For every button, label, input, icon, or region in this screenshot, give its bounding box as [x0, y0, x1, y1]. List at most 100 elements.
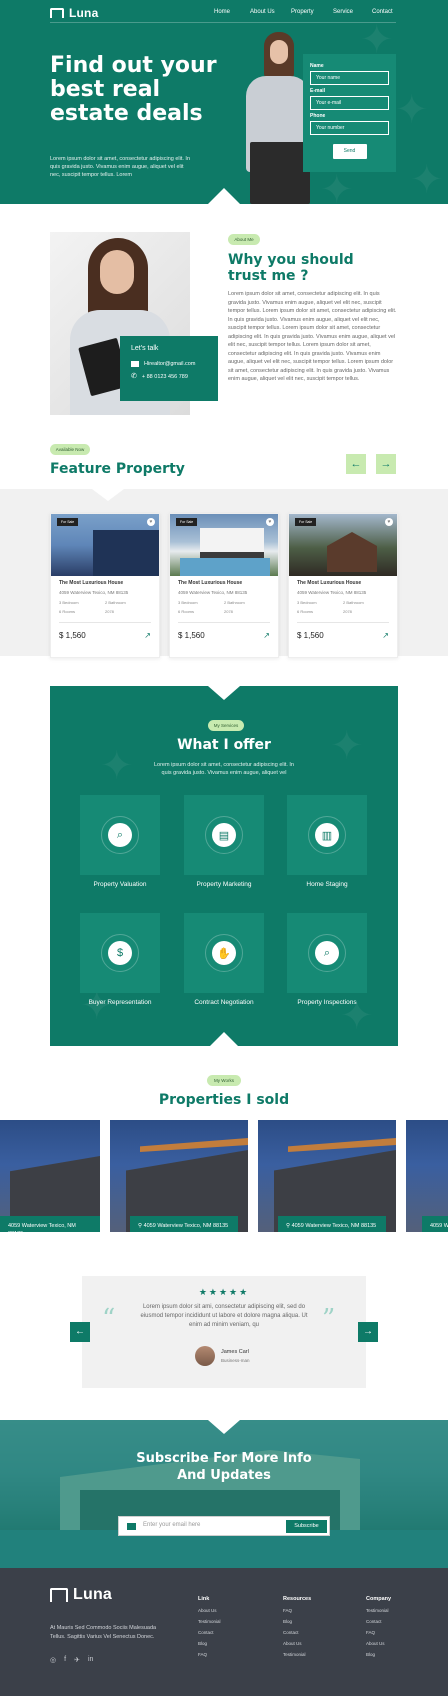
arrow-up-right-icon[interactable]: ↗	[382, 631, 389, 640]
featured-title: Feature Property	[50, 461, 185, 477]
footer-link[interactable]: Testimonial	[198, 1619, 221, 1624]
subscribe-section	[0, 1420, 448, 1568]
property-card[interactable]: For Sale ♥ The Most Luxurious House 4059…	[169, 513, 279, 658]
footer-link[interactable]: Contact	[283, 1630, 311, 1635]
testimonial-next-button[interactable]: →	[358, 1322, 378, 1342]
nav-link-service[interactable]: Service	[333, 9, 353, 15]
footer-link[interactable]: FAQ	[198, 1652, 221, 1657]
bedrooms: 3 Bedroom	[178, 600, 198, 605]
service-label: Home Staging	[306, 881, 348, 888]
heart-icon[interactable]: ♥	[385, 518, 393, 526]
service-card-buyer[interactable]: $	[80, 913, 160, 993]
quote-open-icon: “	[102, 1304, 116, 1334]
footer-link[interactable]: Blog	[283, 1619, 311, 1624]
card-address: 4059 Waterview Texico, NM 88135	[297, 590, 367, 595]
card-price-row: $ 1,560 ↗	[178, 622, 270, 640]
twitter-icon[interactable]: ✈	[74, 1656, 80, 1664]
footer-column-link: Link About Us Testimonial Contact Blog F…	[198, 1596, 221, 1657]
status-badge: For Sale	[57, 518, 79, 526]
size: 2078	[224, 609, 233, 614]
nav-link-contact[interactable]: Contact	[372, 9, 393, 15]
footer: Luna At Mauris Sed Commodo Sociis Malesu…	[0, 1568, 448, 1696]
footer-link[interactable]: About Us	[366, 1641, 391, 1646]
reviewer-name: James Carl	[221, 1349, 249, 1355]
bathrooms: 2 Bathroom	[105, 600, 126, 605]
property-image: For Sale ♥	[170, 514, 278, 576]
globe-icon[interactable]: ◎	[50, 1656, 56, 1664]
sold-address: 4059 Waterview Texico, NM 88135	[0, 1216, 100, 1232]
property-card[interactable]: For Sale ♥ The Most Luxurious House 4059…	[288, 513, 398, 658]
heart-icon[interactable]: ♥	[147, 518, 155, 526]
subscribe-email-input[interactable]: Enter your email here	[143, 1522, 200, 1528]
testimonial-prev-button[interactable]: ←	[70, 1322, 90, 1342]
footer-link[interactable]: Blog	[366, 1652, 391, 1657]
phone-input[interactable]: Your number	[310, 121, 389, 135]
facebook-icon[interactable]: f	[64, 1656, 66, 1664]
heart-icon[interactable]: ♥	[266, 518, 274, 526]
next-arrow-button[interactable]: →	[376, 454, 396, 474]
phone-icon: ✆	[131, 373, 137, 380]
service-card-valuation[interactable]: ⌕	[80, 795, 160, 875]
section-notch	[208, 188, 240, 204]
footer-link[interactable]: About Us	[198, 1608, 221, 1613]
subscribe-title: Subscribe For More Info And Updates	[136, 1451, 312, 1483]
sold-property-card[interactable]: 4059 Waterview Texico, NM 88135	[406, 1120, 448, 1232]
reviewer-role: Business-man	[221, 1358, 250, 1363]
name-input[interactable]: Your name	[310, 71, 389, 85]
maple-leaf-icon: ✦	[410, 158, 444, 202]
sold-address: ⚲ 4059 Waterview Texico, NM 88135	[278, 1216, 386, 1232]
footer-link[interactable]: About Us	[283, 1641, 311, 1646]
contact-form: Name Your name E-mail Your e-mail Phone …	[303, 54, 396, 172]
services-title: What I offer	[177, 737, 271, 753]
contact-phone-row[interactable]: ✆ + 88 0123 456 789	[131, 373, 207, 380]
subscribe-button[interactable]: Subscribe	[286, 1520, 327, 1533]
status-badge: For Sale	[176, 518, 198, 526]
service-card-contract[interactable]: ✋	[184, 913, 264, 993]
bar-chart-icon: ▥	[315, 823, 339, 847]
footer-link[interactable]: Blog	[198, 1641, 221, 1646]
card-features: 3 Bedroom 2 Bathroom 6 Rooms 2078	[59, 600, 151, 614]
footer-logo[interactable]: Luna	[50, 1586, 112, 1604]
footer-link[interactable]: Contact	[366, 1619, 391, 1624]
service-card-inspections[interactable]: ⌕	[287, 913, 367, 993]
sold-property-card[interactable]: ⚲ 4059 Waterview Texico, NM 88135	[110, 1120, 248, 1232]
arrow-up-right-icon[interactable]: ↗	[263, 631, 270, 640]
dollar-document-icon: $	[108, 941, 132, 965]
arrow-right-icon: →	[363, 1326, 373, 1337]
footer-link[interactable]: FAQ	[366, 1630, 391, 1635]
phone-label: Phone	[310, 113, 326, 119]
footer-link[interactable]: FAQ	[283, 1608, 311, 1613]
lets-talk-title: Let's talk	[131, 345, 159, 352]
maple-leaf-icon: ✦	[330, 724, 364, 768]
house-logo-icon	[50, 8, 64, 18]
contact-email-row[interactable]: Hirealtor@gmail.com	[131, 361, 207, 367]
nav-link-property[interactable]: Property	[291, 9, 314, 15]
arrow-up-right-icon[interactable]: ↗	[144, 631, 151, 640]
footer-link[interactable]: Testimonial	[366, 1608, 391, 1613]
contact-email: Hirealtor@gmail.com	[144, 361, 196, 367]
email-input[interactable]: Your e-mail	[310, 96, 389, 110]
inspection-icon: ⌕	[315, 941, 339, 965]
sold-property-card[interactable]: 4059 Waterview Texico, NM 88135	[0, 1120, 100, 1232]
card-price-row: $ 1,560 ↗	[59, 622, 151, 640]
card-features: 3 Bedroom 2 Bathroom 6 Rooms 2078	[178, 600, 270, 614]
nav-link-home[interactable]: Home	[214, 9, 230, 15]
service-card-marketing[interactable]: ▤	[184, 795, 264, 875]
service-label: Property Valuation	[93, 881, 147, 888]
send-button[interactable]: Send	[332, 144, 367, 159]
footer-link[interactable]: Testimonial	[283, 1652, 311, 1657]
sold-property-card[interactable]: ⚲ 4059 Waterview Texico, NM 88135	[258, 1120, 396, 1232]
hero-title: Find out your best real estate deals	[50, 53, 217, 126]
footer-link[interactable]: Contact	[198, 1630, 221, 1635]
service-card-staging[interactable]: ▥	[287, 795, 367, 875]
rooms: 6 Rooms	[178, 609, 195, 614]
brand-logo[interactable]: Luna	[50, 6, 98, 20]
property-card[interactable]: For Sale ♥ The Most Luxurious House 4059…	[50, 513, 160, 658]
nav-link-about[interactable]: About Us	[250, 9, 275, 15]
brand-name: Luna	[69, 6, 99, 20]
linkedin-icon[interactable]: in	[88, 1656, 93, 1664]
card-features: 3 Bedroom 2 Bathroom 6 Rooms 2078	[297, 600, 389, 614]
service-label: Property Marketing	[196, 881, 252, 888]
prev-arrow-button[interactable]: ←	[346, 454, 366, 474]
card-address: 4059 Waterview Texico, NM 88135	[178, 590, 248, 595]
